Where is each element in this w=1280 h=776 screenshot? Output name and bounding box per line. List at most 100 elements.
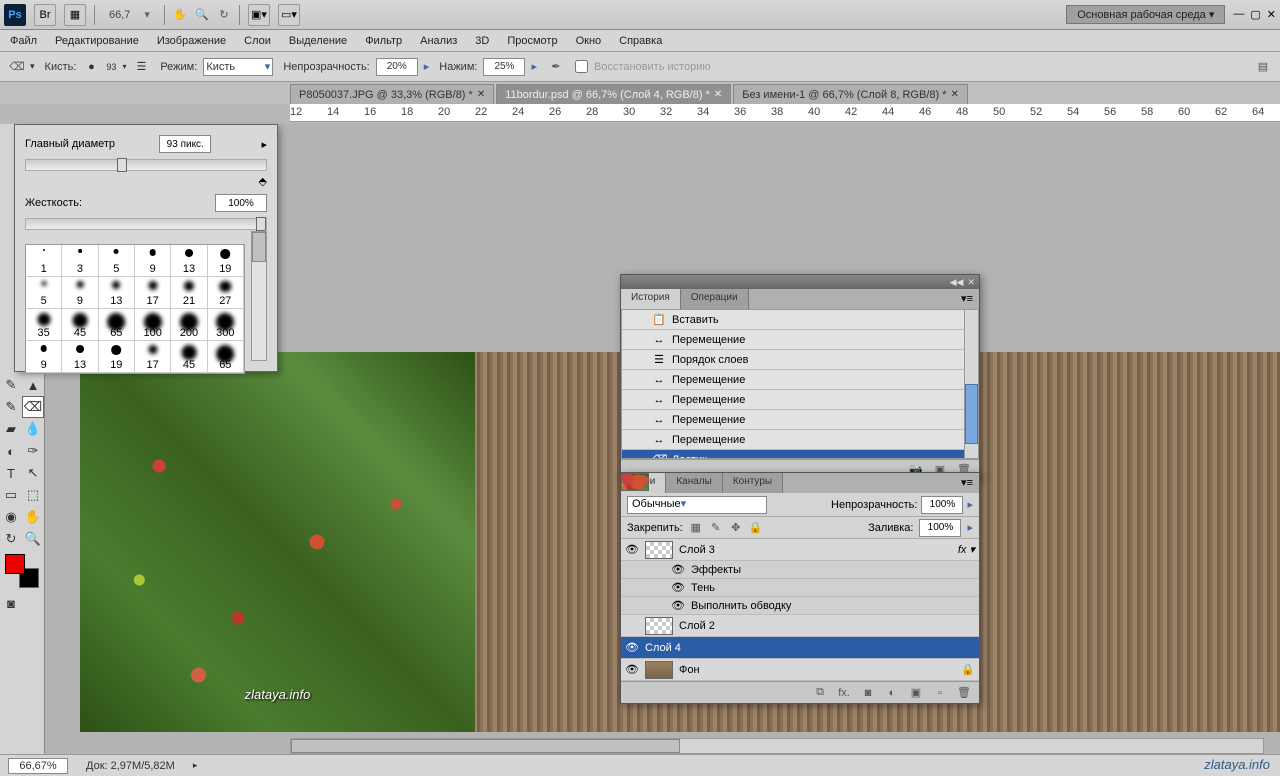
brush-preset[interactable]: 65 <box>99 309 135 341</box>
bridge-button[interactable]: Br <box>34 4 56 26</box>
brush-preset[interactable]: 65 <box>208 341 244 373</box>
fx-icon[interactable]: fx. <box>837 686 851 700</box>
brush-preset[interactable]: 13 <box>171 245 207 277</box>
menu-analysis[interactable]: Анализ <box>420 35 457 47</box>
brush-preset[interactable]: 45 <box>62 309 98 341</box>
hardness-slider[interactable] <box>25 218 267 230</box>
link-icon[interactable]: ⧉ <box>813 686 827 700</box>
flow-input[interactable]: 25% <box>483 58 525 76</box>
layer-effect-item[interactable]: 👁Выполнить обводку <box>621 597 979 615</box>
lock-paint-icon[interactable]: ✎ <box>709 521 723 535</box>
visibility-toggle[interactable]: 👁 <box>625 663 639 676</box>
mask-icon[interactable]: ◙ <box>861 686 875 700</box>
history-item[interactable]: ☰Порядок слоев <box>622 350 978 370</box>
layer-effect-item[interactable]: 👁Эффекты <box>621 561 979 579</box>
menu-3d[interactable]: 3D <box>475 35 489 47</box>
color-swatches[interactable] <box>5 554 39 588</box>
brush-tool[interactable]: ✎ <box>0 374 22 396</box>
airbrush-icon[interactable]: ✒ <box>549 60 563 74</box>
dodge-tool[interactable]: ◐ <box>0 440 22 462</box>
brush-preset[interactable]: 13 <box>99 277 135 309</box>
history-item[interactable]: ↔Перемещение <box>622 390 978 410</box>
shape-tool[interactable]: ▭ <box>0 484 22 506</box>
history-brush-tool[interactable]: ✎ <box>0 396 22 418</box>
tab-close-icon[interactable]: ✕ <box>714 89 722 100</box>
layer-item[interactable]: 👁Фон🔒 <box>621 659 979 681</box>
close-icon[interactable]: ✕ <box>1267 8 1276 21</box>
arrange-button[interactable]: ▣▾ <box>248 4 270 26</box>
workspace-switcher[interactable]: Основная рабочая среда ▾ <box>1066 5 1225 24</box>
brush-preset[interactable]: 300 <box>208 309 244 341</box>
menu-help[interactable]: Справка <box>619 35 662 47</box>
tab-actions[interactable]: Операции <box>681 289 749 309</box>
brush-preset[interactable]: 5 <box>26 277 62 309</box>
adjustment-icon[interactable]: ◐ <box>885 686 899 700</box>
brush-preset[interactable]: 35 <box>26 309 62 341</box>
brush-preset[interactable]: 17 <box>135 341 171 373</box>
brush-preset[interactable]: 27 <box>208 277 244 309</box>
history-item[interactable]: ↔Перемещение <box>622 330 978 350</box>
path-select-tool[interactable]: ↖ <box>22 462 44 484</box>
pen-tool[interactable]: ✑ <box>22 440 44 462</box>
menu-view[interactable]: Просмотр <box>507 35 557 47</box>
lock-move-icon[interactable]: ✥ <box>729 521 743 535</box>
maximize-icon[interactable]: ▢ <box>1250 8 1260 21</box>
hand-tool[interactable]: ✋ <box>22 506 44 528</box>
blur-tool[interactable]: 💧 <box>22 418 44 440</box>
minibridge-button[interactable]: ▦ <box>64 4 86 26</box>
tab-close-icon[interactable]: ✕ <box>477 89 485 100</box>
brush-preset[interactable]: 21 <box>171 277 207 309</box>
brush-preset[interactable]: 9 <box>135 245 171 277</box>
mode-combo[interactable]: Кисть▾ <box>203 58 273 76</box>
history-item[interactable]: ↔Перемещение <box>622 370 978 390</box>
document-tab[interactable]: 11bordur.psd @ 66,7% (Слой 4, RGB/8) *✕ <box>496 84 731 104</box>
history-item[interactable]: ↔Перемещение <box>622 410 978 430</box>
quick-mask-tool[interactable]: ◙ <box>0 592 22 614</box>
panel-drag-header[interactable]: ◀◀✕ <box>621 275 979 289</box>
menu-image[interactable]: Изображение <box>157 35 226 47</box>
gradient-tool[interactable]: ▰ <box>0 418 22 440</box>
brush-preset[interactable]: 9 <box>26 341 62 373</box>
fill-input[interactable]: 100% <box>919 519 961 537</box>
visibility-toggle[interactable]: 👁 <box>625 641 639 654</box>
lock-trans-icon[interactable]: ▦ <box>689 521 703 535</box>
blend-mode-combo[interactable]: Обычные▾ <box>627 496 767 514</box>
brush-toggle-icon[interactable]: ☰ <box>136 60 146 73</box>
tab-channels[interactable]: Каналы <box>666 473 723 493</box>
panel-menu-icon[interactable]: ▾≡ <box>955 473 979 493</box>
brush-preset[interactable]: 19 <box>208 245 244 277</box>
brush-preset[interactable]: 13 <box>62 341 98 373</box>
diameter-slider[interactable] <box>25 159 267 171</box>
history-item[interactable]: ⌫Ластик <box>622 450 978 459</box>
hand-icon[interactable]: ✋ <box>173 8 187 22</box>
tab-history[interactable]: История <box>621 289 681 309</box>
brush-preset[interactable]: 1 <box>26 245 62 277</box>
menu-edit[interactable]: Редактирование <box>55 35 139 47</box>
stamp-tool[interactable]: ▲ <box>22 374 44 396</box>
document-tab[interactable]: P8050037.JPG @ 33,3% (RGB/8) *✕ <box>290 84 494 104</box>
brush-preset[interactable]: 3 <box>62 245 98 277</box>
history-item[interactable]: 📋Вставить <box>622 310 978 330</box>
layer-thumbnail[interactable] <box>645 661 673 679</box>
rotate-icon[interactable]: ↻ <box>217 8 231 22</box>
lock-all-icon[interactable]: 🔒 <box>749 521 763 535</box>
rotate-view-tool[interactable]: ↻ <box>0 528 22 550</box>
3d-camera-tool[interactable]: ◉ <box>0 506 22 528</box>
document-tab[interactable]: Без имени-1 @ 66,7% (Слой 8, RGB/8) *✕ <box>733 84 968 104</box>
brush-preset[interactable]: 5 <box>99 245 135 277</box>
tab-paths[interactable]: Контуры <box>723 473 783 493</box>
eraser-tool[interactable]: ⌫ <box>22 396 44 418</box>
layer-item[interactable]: Слой 2 <box>621 615 979 637</box>
menu-layer[interactable]: Слои <box>244 35 271 47</box>
history-item[interactable]: ↔Перемещение <box>622 430 978 450</box>
panel-collapse-icon[interactable]: ◀◀ <box>950 277 964 288</box>
menu-window[interactable]: Окно <box>576 35 602 47</box>
minimize-icon[interactable]: — <box>1233 8 1244 21</box>
horizontal-scrollbar[interactable] <box>290 738 1264 754</box>
menu-file[interactable]: Файл <box>10 35 37 47</box>
delete-layer-icon[interactable]: 🗑 <box>957 686 971 700</box>
visibility-toggle[interactable]: 👁 <box>625 543 639 556</box>
tab-close-icon[interactable]: ✕ <box>951 89 959 100</box>
panel-menu-icon[interactable]: ▾≡ <box>955 289 979 309</box>
history-scrollbar[interactable] <box>964 310 978 458</box>
